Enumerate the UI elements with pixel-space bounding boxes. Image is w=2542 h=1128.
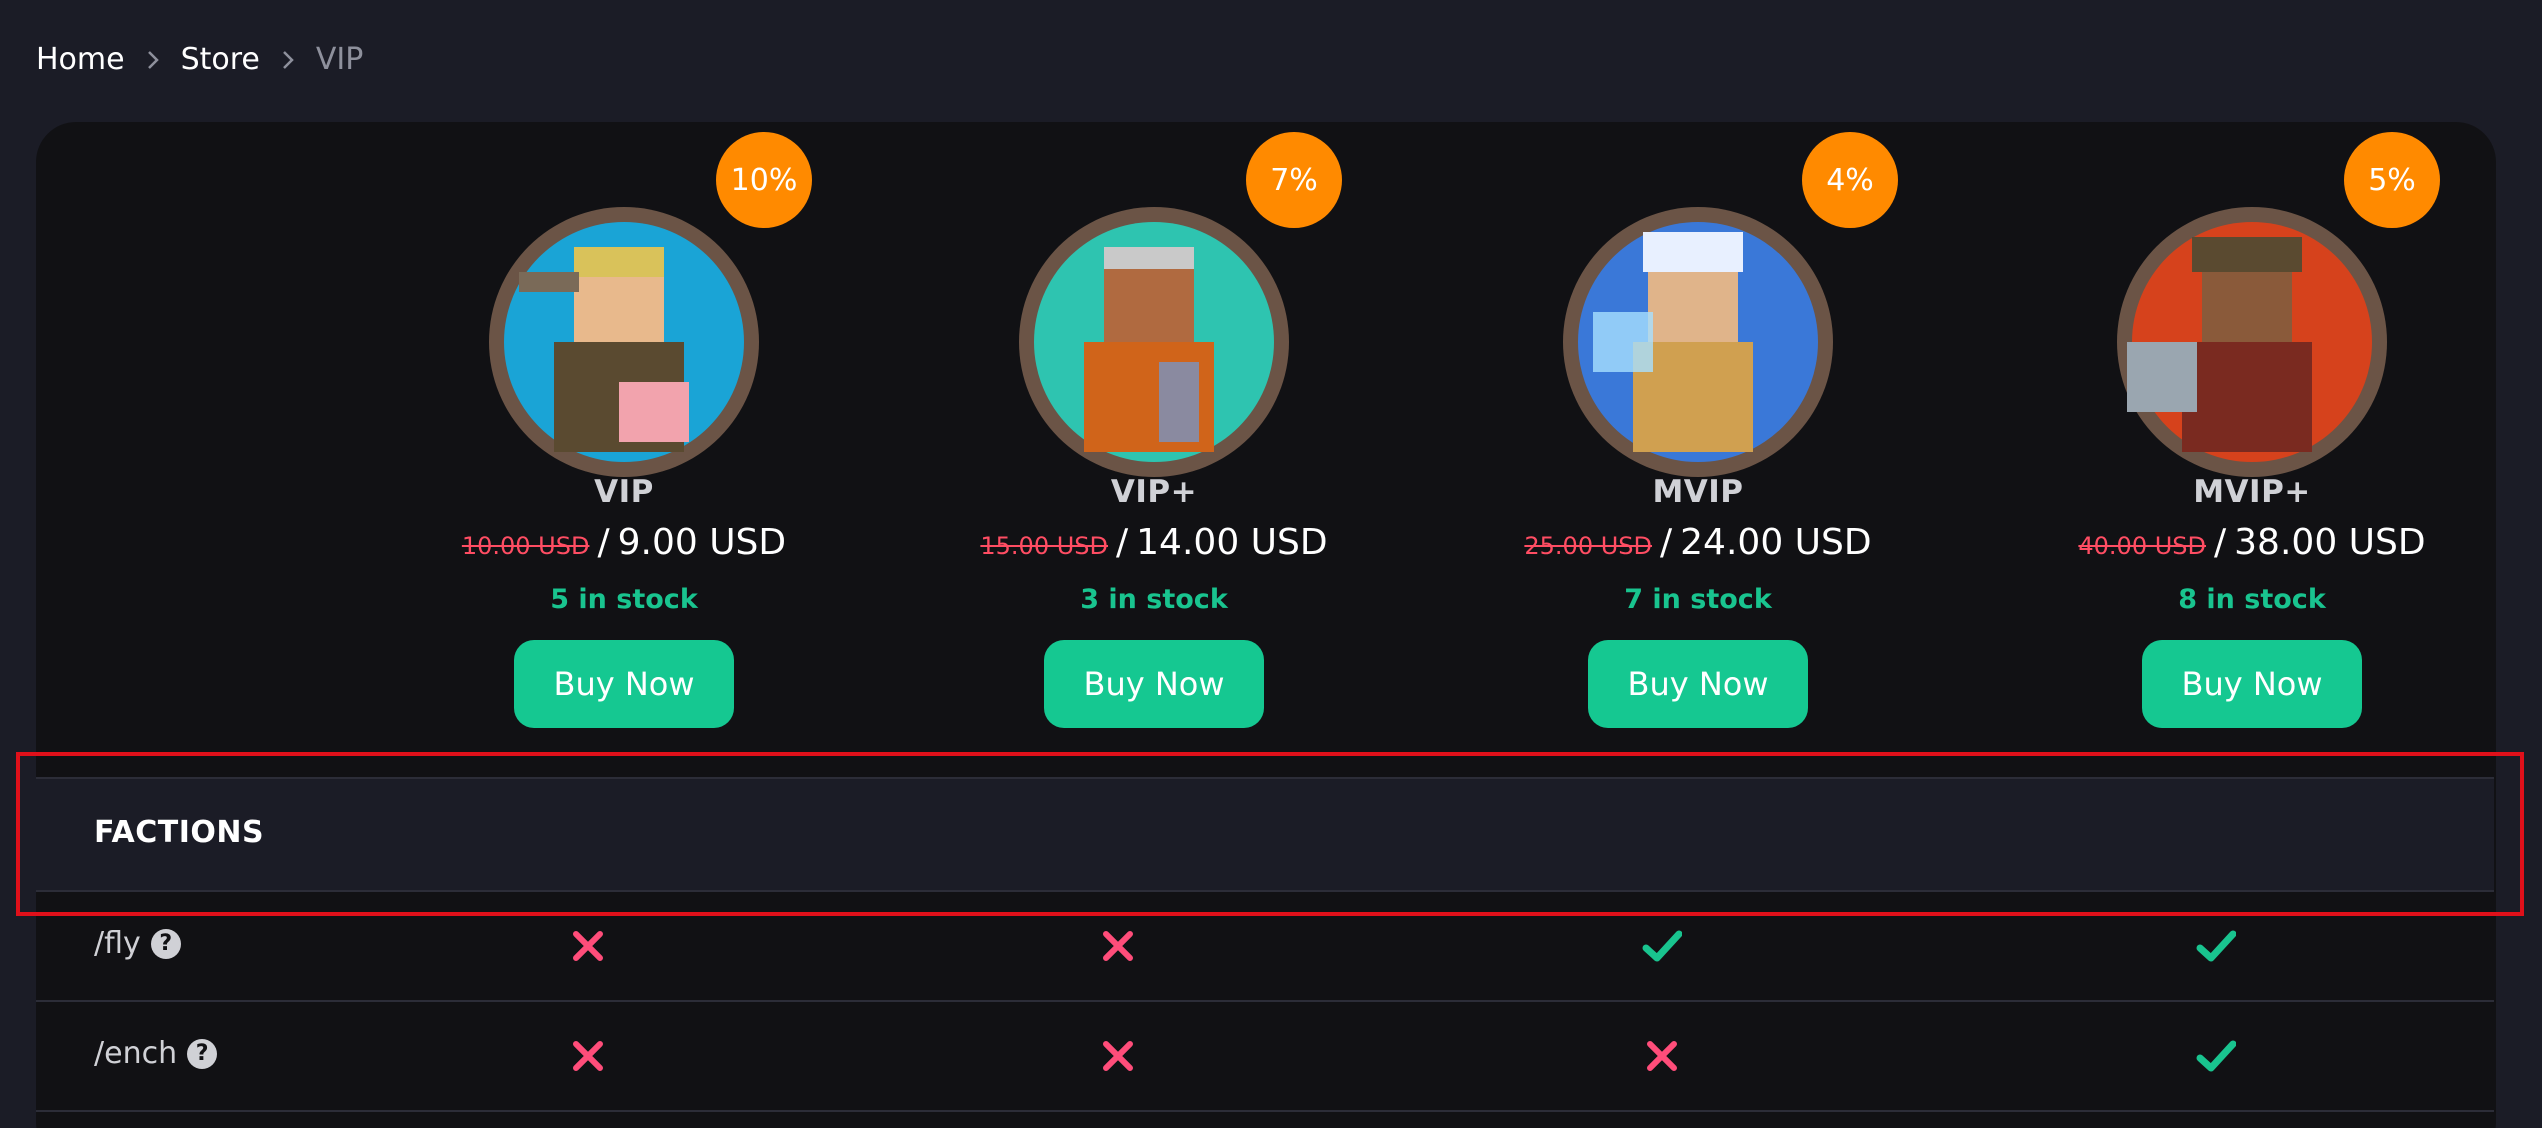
product-price: 25.00 USD/24.00 USD [1448, 522, 1948, 563]
feature-label: /fly ? [94, 926, 181, 961]
feature-label-text: /ench [94, 1036, 178, 1071]
cross-icon [1647, 1041, 1677, 1071]
stock-count: 7 in stock [1624, 584, 1772, 615]
feature-label: /ench ? [94, 1036, 218, 1071]
mvip-avatar-image [1553, 192, 1843, 482]
current-price: 38.00 USD [2234, 522, 2426, 563]
product-name: MVIP+ [2193, 474, 2311, 510]
stock-count: 5 in stock [550, 584, 698, 615]
product-name: VIP [594, 474, 654, 510]
product-name: MVIP [1652, 474, 1744, 510]
cross-icon [1103, 931, 1133, 961]
price-separator: / [1660, 522, 1673, 563]
price-separator: / [2214, 522, 2227, 563]
cross-icon [573, 931, 603, 961]
question-circle-icon[interactable]: ? [187, 1038, 218, 1069]
breadcrumb-home[interactable]: Home [36, 42, 125, 77]
current-price: 14.00 USD [1136, 522, 1328, 563]
old-price: 15.00 USD [980, 532, 1109, 560]
old-price: 25.00 USD [1524, 532, 1653, 560]
product-name: VIP+ [1110, 474, 1198, 510]
feature-label-text: /fly [94, 926, 141, 961]
stock-count: 3 in stock [1080, 584, 1228, 615]
vip-avatar-image [479, 192, 769, 482]
chevron-right-icon [260, 38, 316, 80]
mvip-plus-avatar-image [2107, 192, 2397, 482]
check-icon [2196, 1040, 2236, 1072]
feature-row: /ench ? [36, 1002, 2494, 1112]
buy-now-button[interactable]: Buy Now [1588, 640, 1808, 728]
section-title: FACTIONS [94, 815, 265, 850]
check-icon [1642, 930, 1682, 962]
buy-now-button[interactable]: Buy Now [514, 640, 734, 728]
section-header-row: FACTIONS [36, 777, 2494, 892]
chevron-right-icon [125, 38, 181, 80]
old-price: 10.00 USD [461, 532, 590, 560]
product-price: 40.00 USD/38.00 USD [2002, 522, 2502, 563]
discount-badge: 10% [716, 132, 812, 228]
breadcrumb-store[interactable]: Store [181, 42, 260, 77]
price-separator: / [1116, 522, 1129, 563]
vip-plus-avatar-image [1009, 192, 1299, 482]
product-price: 15.00 USD/14.00 USD [904, 522, 1404, 563]
feature-row: /fly ? [36, 892, 2494, 1002]
buy-now-button[interactable]: Buy Now [1044, 640, 1264, 728]
breadcrumb: Home Store VIP [36, 38, 363, 80]
product-card-vip-plus: 7% VIP+ 15.00 USD/14.00 USD 3 in stock B… [904, 122, 1404, 762]
old-price: 40.00 USD [2078, 532, 2207, 560]
question-circle-icon[interactable]: ? [150, 928, 181, 959]
product-card-mvip: 4% MVIP 25.00 USD/24.00 USD 7 in stock B… [1448, 122, 1948, 762]
product-price: 10.00 USD/9.00 USD [374, 522, 874, 563]
discount-badge: 4% [1802, 132, 1898, 228]
cross-icon [1103, 1041, 1133, 1071]
buy-now-button[interactable]: Buy Now [2142, 640, 2362, 728]
check-icon [2196, 930, 2236, 962]
cross-icon [573, 1041, 603, 1071]
breadcrumb-current: VIP [315, 41, 364, 77]
current-price: 9.00 USD [617, 522, 787, 563]
product-card-mvip-plus: 5% MVIP+ 40.00 USD/38.00 USD 8 in stock … [2002, 122, 2502, 762]
current-price: 24.00 USD [1680, 522, 1872, 563]
product-card-vip: 10% VIP 10.00 USD/9.00 USD 5 in stock Bu… [374, 122, 874, 762]
store-panel: 10% VIP 10.00 USD/9.00 USD 5 in stock Bu… [36, 122, 2496, 1128]
price-separator: / [597, 522, 610, 563]
discount-badge: 7% [1246, 132, 1342, 228]
discount-badge: 5% [2344, 132, 2440, 228]
stock-count: 8 in stock [2178, 584, 2326, 615]
